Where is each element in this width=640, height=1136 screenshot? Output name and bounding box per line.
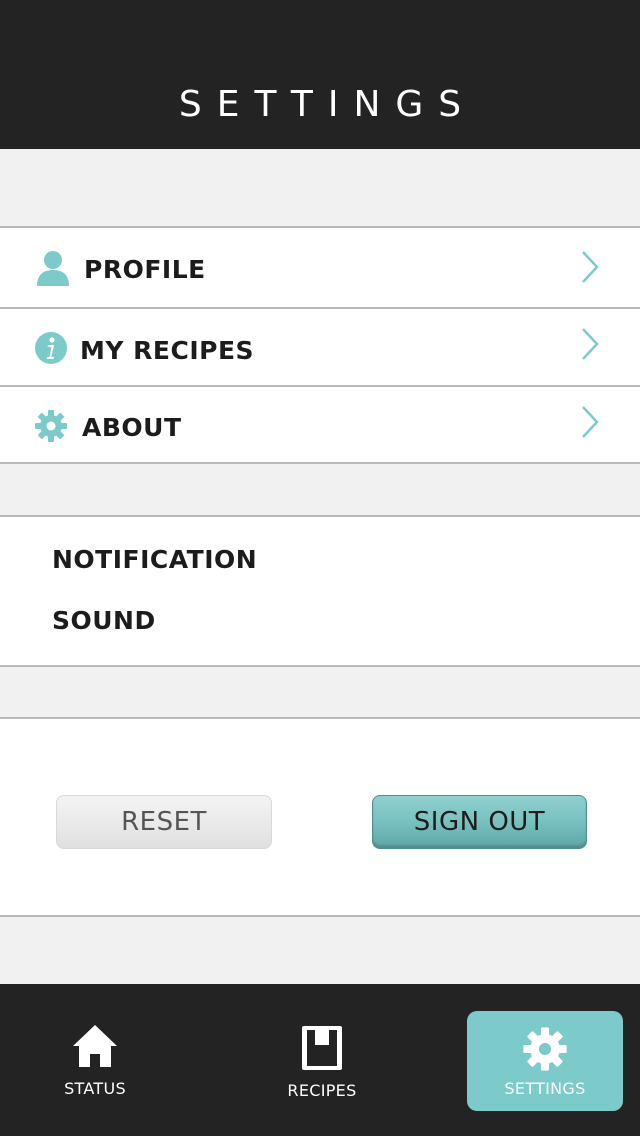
chevron-right-icon [582,251,599,283]
book-icon [302,1026,342,1070]
chevron-right-icon [582,328,599,360]
page-title: SETTINGS [178,84,477,125]
actions-section: RESET SIGN OUT [0,717,640,917]
home-icon [73,1025,117,1067]
tab-bar: STATUS RECIPES SETTINGS [0,984,640,1136]
menu-item-label: ABOUT [82,413,182,442]
gear-icon [523,1027,567,1071]
preferences-section: NOTIFICATION SOUND [0,515,640,667]
tab-label: RECIPES [287,1081,357,1100]
menu-item-about[interactable]: ABOUT [0,387,640,464]
menu-item-my-recipes[interactable]: MY RECIPES [0,309,640,387]
tab-recipes[interactable]: RECIPES [244,1011,400,1111]
user-icon [37,251,69,286]
tab-settings[interactable]: SETTINGS [467,1011,623,1111]
info-icon [35,332,67,364]
menu-item-label: PROFILE [84,255,206,284]
tab-label: SETTINGS [504,1079,586,1098]
notification-option[interactable]: NOTIFICATION [52,545,257,574]
gear-icon [35,410,67,442]
menu-item-profile[interactable]: PROFILE [0,226,640,309]
header-bar: SETTINGS [0,0,640,149]
tab-label: STATUS [64,1079,126,1098]
sign-out-button[interactable]: SIGN OUT [372,795,587,849]
sound-option[interactable]: SOUND [52,606,156,635]
reset-button[interactable]: RESET [56,795,272,849]
menu-item-label: MY RECIPES [80,336,255,365]
tab-status[interactable]: STATUS [17,1011,173,1111]
chevron-right-icon [582,406,599,438]
